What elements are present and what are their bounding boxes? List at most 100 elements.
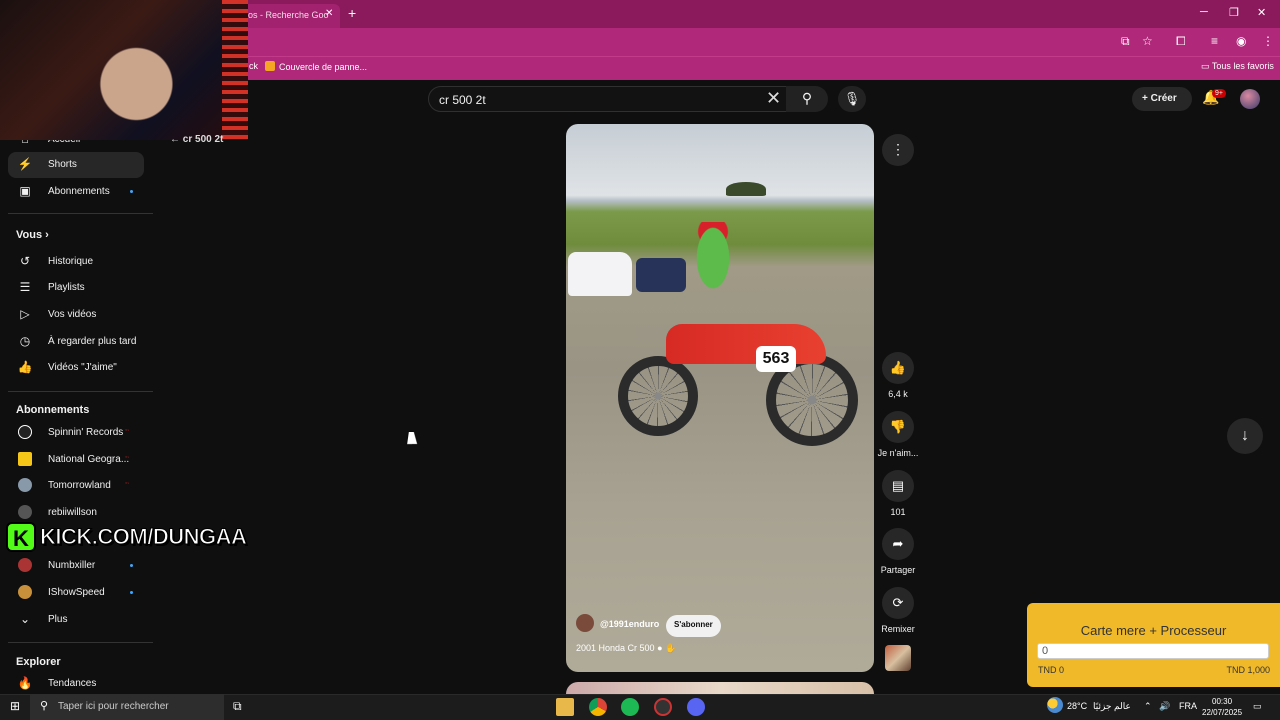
video-scenery [668,222,758,342]
channel-avatar [18,505,32,519]
sidebar-item-shorts[interactable]: ⚡ Shorts [8,152,144,178]
tray-chevron-icon[interactable]: ⌃ [1144,701,1152,712]
sidebar-item-subscriptions[interactable]: ▣ Abonnements [8,179,144,205]
weather-temp[interactable]: 28°C [1067,701,1087,711]
taskbar-search[interactable]: Taper ici pour rechercher [30,694,224,720]
share-button[interactable]: ➦ [882,528,914,560]
dislike-action[interactable]: 👎 Je n'aim... [878,411,918,458]
new-content-dot [130,190,133,193]
bike-number-plate: 563 [756,346,796,372]
thumbs-down-icon: 👎 [889,419,907,434]
more-vert-icon: ⋮ [891,141,905,157]
all-favorites[interactable]: ▭ Tous les favoris [1201,61,1274,72]
discord-icon[interactable] [687,698,705,716]
sidebar-channel[interactable]: Numbxiller [8,553,144,579]
weather-text[interactable]: عالم جزئيًا [1093,701,1131,712]
sidebar-channel[interactable]: Tomorrowland ◦· [8,473,144,499]
search-input[interactable]: cr 500 2t [428,86,788,112]
thumbs-up-icon: 👍 [17,360,33,374]
share-icon: ➦ [892,536,904,551]
like-action[interactable]: 👍 6,4 k [880,352,916,399]
chrome-icon[interactable] [589,698,607,716]
bookmark-item[interactable]: ck [249,61,258,71]
notification-badge: 9+ [1212,89,1226,98]
short-channel[interactable]: @1991enduro [576,614,659,632]
sidebar-item-more[interactable]: ⌄ Plus [8,607,144,633]
clear-search-icon[interactable]: ✕ [766,88,781,109]
media-icon[interactable]: ≡ [1211,34,1218,48]
sidebar-item-liked-videos[interactable]: 👍 Vidéos "J'aime" [8,355,144,381]
playlists-icon: ☰ [19,280,31,294]
section-you[interactable]: Vous › [16,229,49,241]
minimize-icon[interactable]: ─ [1200,6,1208,18]
live-icon: ◦· [125,427,130,434]
account-avatar[interactable] [1240,89,1260,109]
share-action[interactable]: ➦ Partager [880,528,916,575]
divider [8,391,153,392]
search-button[interactable]: ⚲ [786,86,828,112]
notifications-icon[interactable]: ▭ [1253,701,1262,712]
section-subscriptions: Abonnements [16,404,90,416]
channel-avatar [18,478,32,492]
channel-avatar [18,425,32,439]
menu-icon[interactable]: ⋮ [1262,34,1274,48]
clock-icon: ◷ [19,334,31,348]
comments-button[interactable]: ▤ [882,470,914,502]
extensions-icon[interactable]: ⧠ [1176,34,1186,49]
close-window-icon[interactable]: ✕ [1257,6,1266,19]
task-view-icon[interactable]: ⧉ [233,699,242,714]
close-tab-icon[interactable]: ✕ [325,8,333,19]
short-video-player[interactable]: 563 @1991enduro S'abonner 2001 Honda Cr … [566,124,874,672]
new-tab-icon[interactable]: + [348,5,356,21]
sidebar-item-watch-later[interactable]: ◷ À regarder plus tard [8,329,144,355]
subscriptions-icon: ▣ [19,184,31,198]
star-icon[interactable]: ☆ [1142,34,1153,48]
sidebar-item-playlists[interactable]: ☰ Playlists [8,275,144,301]
donation-max: TND 1,000 [1226,665,1270,675]
comment-icon: ▤ [891,478,905,493]
bookmark-item[interactable]: Couvercle de panne... [265,61,367,72]
remix-action[interactable]: ⟳ Remixer [880,587,916,634]
emoji-icon: ● ✋ [657,643,677,653]
page-back-title[interactable]: ← cr 500 2t [170,134,223,145]
voice-search-button[interactable]: 🎙 [838,86,866,112]
short-title[interactable]: 2001 Honda Cr 500 ● ✋ [576,643,676,654]
more-options-button[interactable]: ⋮ [882,134,914,166]
profile-icon[interactable]: ◉ [1236,34,1246,48]
share-label: Partager [880,565,916,575]
chevron-right-icon: › [45,229,49,241]
dislike-button[interactable]: 👎 [882,411,914,443]
file-explorer-icon[interactable] [556,698,574,716]
channel-avatar [576,614,594,632]
mouse-cursor [407,432,419,444]
obs-icon[interactable] [654,698,672,716]
taskbar-clock[interactable]: 00:30 22/07/2025 [1202,696,1242,718]
volume-icon[interactable]: 🔊 [1159,701,1170,712]
like-button[interactable]: 👍 [882,352,914,384]
comments-action[interactable]: ▤ 101 [880,470,916,517]
sidebar-channel[interactable]: IShowSpeed [8,580,144,606]
kick-url: KICK.COM/DUNGAA [39,524,247,550]
weather-icon[interactable] [1047,697,1063,713]
restore-icon[interactable]: ❐ [1229,6,1239,19]
next-short-button[interactable]: ↓ [1227,418,1263,454]
folder-icon: ▭ [1201,61,1212,71]
cast-icon[interactable]: ⧉ [1121,34,1130,49]
sidebar-channel[interactable]: Spinnin' Records ◦· [8,420,144,446]
language-indicator[interactable]: FRA [1179,701,1197,711]
windows-start-icon[interactable]: ⊞ [10,699,20,713]
spotify-icon[interactable] [621,698,639,716]
dislike-label: Je n'aim... [877,448,919,458]
sidebar-item-history[interactable]: ↺ Historique [8,249,144,275]
create-button[interactable]: + Créer [1132,87,1192,111]
divider [8,213,153,214]
bookmark-icon [265,61,275,71]
remix-button[interactable]: ⟳ [882,587,914,619]
live-icon: ◦· [125,480,130,487]
sidebar-item-your-videos[interactable]: ▷ Vos vidéos [8,302,144,328]
sound-thumbnail[interactable] [885,645,911,671]
kick-overlay: K KICK.COM/DUNGAA [6,521,247,552]
sidebar-channel[interactable]: National Geogra... ◦· [8,447,144,473]
subscribe-button[interactable]: S'abonner [666,615,721,637]
video-scenery [618,356,698,436]
